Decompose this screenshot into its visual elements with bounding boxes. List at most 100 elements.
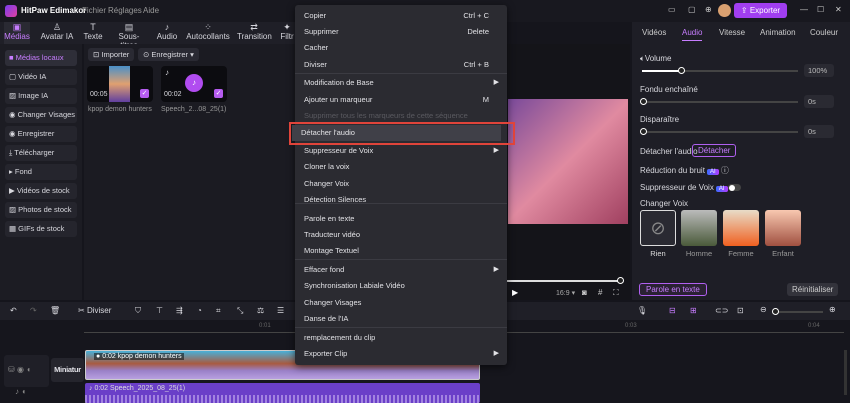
menu-item[interactable]: remplacement du clip <box>295 330 507 346</box>
progress-track[interactable] <box>500 280 620 282</box>
menu-item[interactable]: Suppresseur de Voix ▶ <box>295 143 507 159</box>
tab-audio[interactable]: ♪ Audio <box>155 22 179 44</box>
text-icon[interactable]: ⊤ <box>156 306 163 315</box>
play-icon[interactable]: ▶ <box>512 288 518 297</box>
zoom-handle[interactable] <box>772 308 779 315</box>
sidebar-item-videos-stock[interactable]: ▶ Vidéos de stock <box>5 183 77 199</box>
eye-icon[interactable]: ◉ <box>17 365 26 374</box>
sidebar-item-fond[interactable]: ▸ Fond <box>5 164 77 180</box>
tab-filtres[interactable]: ✦ Filtr <box>278 22 296 44</box>
menu-fichier[interactable]: Fichier <box>82 6 106 15</box>
speed-icon[interactable]: ◔ <box>197 306 202 315</box>
tab-avatar-ia[interactable]: ♙ Avatar IA <box>40 22 74 44</box>
crop-icon[interactable]: ⌗ <box>216 306 221 316</box>
unlink-icon[interactable]: ⊂⊃ <box>715 306 728 315</box>
fade-out-input[interactable]: 0s <box>804 125 834 138</box>
avatar[interactable] <box>718 4 731 17</box>
tab-texte[interactable]: T Texte <box>82 22 104 44</box>
fade-out-handle[interactable] <box>640 128 647 135</box>
menu-reglages[interactable]: Réglages <box>108 6 142 15</box>
voice-homme[interactable] <box>681 210 717 246</box>
close-icon[interactable]: ✕ <box>835 5 842 14</box>
menu-item[interactable]: Parole en texte <box>295 211 507 227</box>
mirror-icon[interactable]: ⚖ <box>257 306 264 315</box>
zoom-slider[interactable] <box>775 311 823 313</box>
tab-animation[interactable]: Animation <box>760 28 796 37</box>
menu-item[interactable]: Changer Voix <box>295 176 507 192</box>
volume-slider[interactable] <box>642 70 798 72</box>
menu-item[interactable]: Cloner la voix <box>295 159 507 175</box>
menu-item[interactable]: Changer Visages <box>295 295 507 311</box>
feedback-icon[interactable]: ▢ <box>688 5 696 14</box>
menu-item[interactable]: Exporter Clip ▶ <box>295 346 507 362</box>
media-item-audio[interactable]: ♪ ♪ 00:02 ✓ <box>161 66 227 102</box>
export-button[interactable]: ⇪ Exporter <box>734 3 787 18</box>
tab-videos[interactable]: Vidéos <box>642 28 666 37</box>
media-item-video[interactable]: 00:05 ✓ <box>87 66 153 102</box>
lock-icon[interactable]: ⛁ <box>8 365 17 374</box>
fade-in-handle[interactable] <box>640 98 647 105</box>
sidebar-item-image-ia[interactable]: ▨ Image IA <box>5 88 77 104</box>
menu-item[interactable]: Diviser Ctrl + B <box>295 57 507 73</box>
tab-medias[interactable]: ▣ Médias <box>4 22 30 44</box>
tab-vitesse[interactable]: Vitesse <box>719 28 745 37</box>
menu-item[interactable]: Cacher <box>295 40 507 56</box>
timeline-scrollbar[interactable] <box>844 350 847 395</box>
download-icon[interactable]: ⓘ <box>721 166 729 175</box>
link-icon[interactable]: ⊞ <box>690 306 697 315</box>
layout-icon[interactable]: ▭ <box>668 5 676 14</box>
snapshot-icon[interactable]: ◙ <box>582 288 587 297</box>
menu-aide[interactable]: Aide <box>143 6 159 15</box>
audio-clip[interactable]: ♪ 0:02 Speech_2025_08_25(1) <box>85 383 480 403</box>
zoom-out-icon[interactable]: ⊖ <box>760 305 767 314</box>
ratio-dropdown[interactable]: 16:9 ▾ <box>556 289 575 297</box>
grid-icon[interactable]: # <box>598 288 602 297</box>
fade-out-slider[interactable] <box>642 131 798 133</box>
minimize-icon[interactable]: — <box>800 5 808 14</box>
split-button[interactable]: ✂ Diviser <box>78 306 111 315</box>
volume-input[interactable]: 100% <box>804 64 834 77</box>
voice-femme[interactable] <box>723 210 759 246</box>
sidebar-item-enregistrer[interactable]: ◉ Enregistrer <box>5 126 77 142</box>
menu-item[interactable]: Copier Ctrl + C <box>295 8 507 24</box>
undo-icon[interactable]: ↶ <box>10 306 17 315</box>
cover-button[interactable]: Miniatur <box>51 358 84 382</box>
redo-icon[interactable]: ↷ <box>30 306 37 315</box>
voice-suppressor-toggle[interactable] <box>728 184 741 191</box>
microphone-icon[interactable]: 🎙︎ <box>637 306 647 315</box>
voice-enfant[interactable] <box>765 210 801 246</box>
menu-item[interactable]: Effacer fond ▶ <box>295 262 507 278</box>
record-dropdown[interactable]: ⊙ Enregistrer ▾ <box>138 48 199 61</box>
download-icon[interactable]: ⊕ <box>705 5 712 14</box>
resize-icon[interactable]: ⤡ <box>237 306 243 316</box>
sidebar-item-changer-visages[interactable]: ◉ Changer Visages <box>5 107 77 123</box>
zoom-in-icon[interactable]: ⊕ <box>829 305 836 314</box>
detach-button[interactable]: Détacher <box>692 144 737 157</box>
tab-sous-titres[interactable]: ▤Sous-titres <box>110 22 148 50</box>
fade-in-input[interactable]: 0s <box>804 95 834 108</box>
mask-icon[interactable]: ⛉ <box>135 306 141 316</box>
tab-autocollants[interactable]: ⁘ Autocollants <box>186 22 230 44</box>
menu-item[interactable]: Montage Textuel <box>295 243 507 259</box>
speaker-icon[interactable]: ◖ <box>26 365 31 374</box>
sidebar-item-gifs-stock[interactable]: ▦ GIFs de stock <box>5 221 77 237</box>
sidebar-item-telecharger[interactable]: ⤓ Télécharger <box>5 145 77 161</box>
speech-to-text-button[interactable]: Parole en texte <box>639 283 707 296</box>
menu-item[interactable]: Supprimer Delete <box>295 24 507 40</box>
volume-handle[interactable] <box>678 67 685 74</box>
import-button[interactable]: ⊡ Importer <box>88 48 135 61</box>
fit-icon[interactable]: ⊡ <box>737 306 744 315</box>
tab-couleur[interactable]: Couleur <box>810 28 838 37</box>
freeze-icon[interactable]: ⇶ <box>176 306 183 315</box>
snap-icon[interactable]: ⊟ <box>669 306 676 315</box>
fullscreen-icon[interactable]: ⛶ <box>613 288 619 298</box>
menu-item[interactable]: Détection Silences <box>295 192 507 208</box>
sidebar-item-video-ia[interactable]: ▢ Vidéo IA <box>5 69 77 85</box>
align-icon[interactable]: ☰ <box>277 306 284 315</box>
sidebar-item-medias-locaux[interactable]: ■ Médias locaux <box>5 50 77 66</box>
reset-button[interactable]: Réinitialiser <box>787 283 839 296</box>
menu-item[interactable]: Modification de Base ▶ <box>295 75 507 91</box>
fade-in-slider[interactable] <box>642 101 798 103</box>
menu-item[interactable]: Synchronisation Labiale Vidéo <box>295 278 507 294</box>
tab-audio[interactable]: Audio <box>682 28 703 41</box>
